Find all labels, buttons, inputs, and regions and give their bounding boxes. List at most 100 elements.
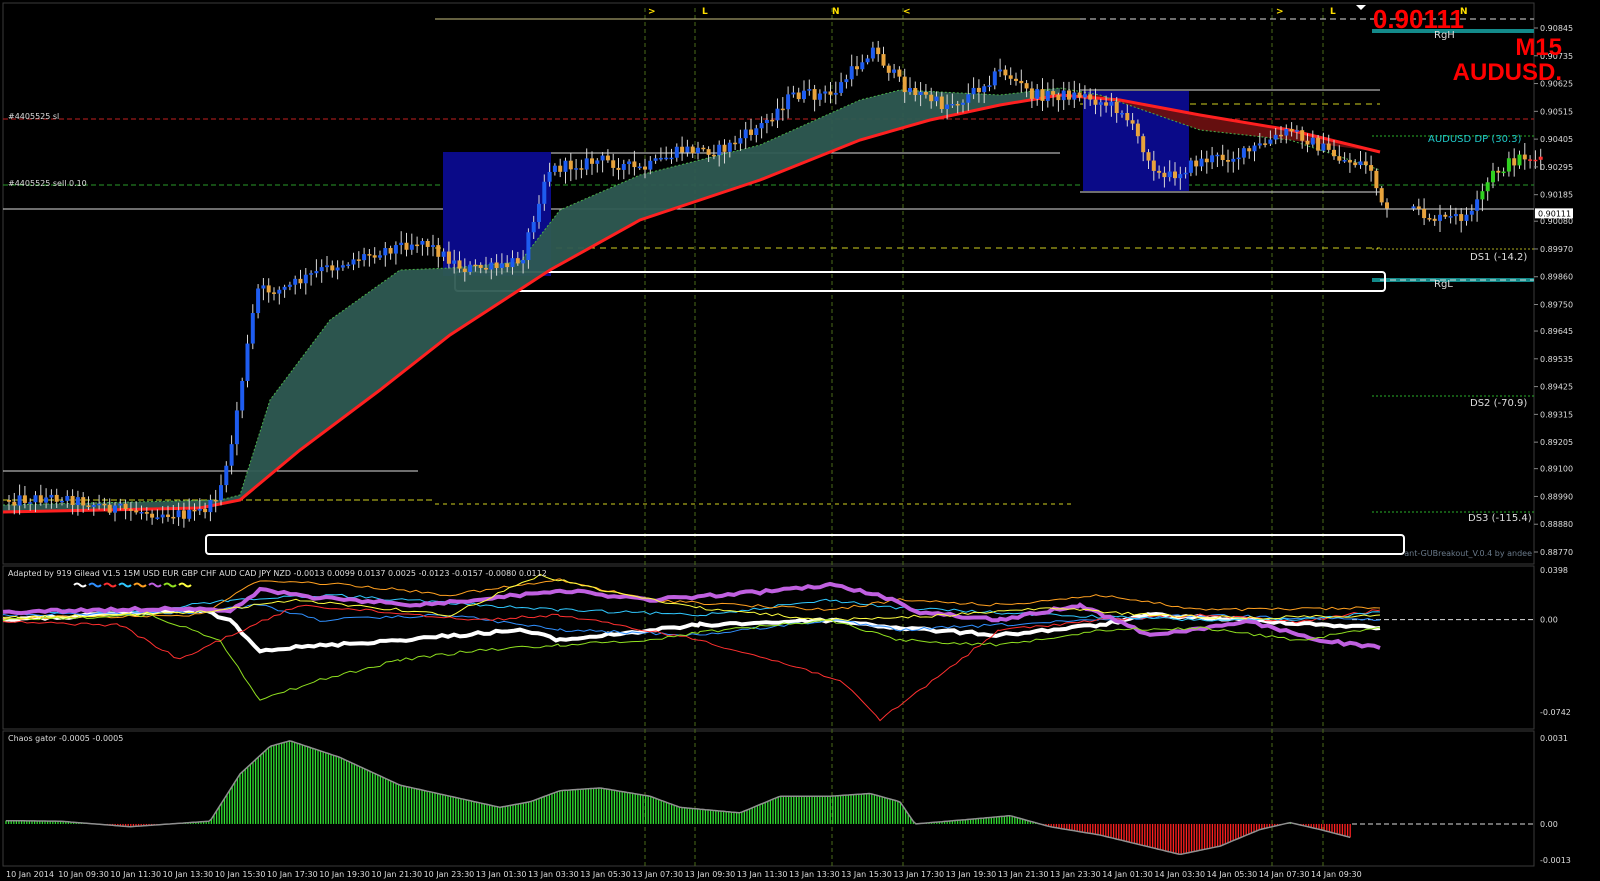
x-tick-label: 13 Jan 23:30 (1050, 870, 1101, 879)
x-tick-label: 13 Jan 01:30 (476, 870, 527, 879)
candle-body (139, 512, 144, 514)
candle-body (1469, 210, 1474, 215)
x-tick-label: 13 Jan 21:30 (998, 870, 1049, 879)
candle-body (552, 165, 557, 172)
candle-body (1151, 160, 1156, 171)
candle-body (378, 255, 382, 258)
candle-body (743, 129, 748, 139)
candle-body (976, 87, 981, 93)
candle-body (1538, 156, 1543, 160)
candle-body (1459, 214, 1464, 221)
candle-body (1501, 171, 1506, 174)
candle-body (717, 144, 722, 156)
candle-body (590, 158, 594, 164)
candle-body (595, 160, 600, 164)
y-tick-label: 0.89970 (1540, 245, 1573, 254)
candle-body (1438, 214, 1442, 221)
candle-body (611, 160, 616, 168)
candle-body (81, 497, 86, 506)
candle-body (1199, 158, 1204, 167)
candle-body (420, 240, 425, 245)
candle-body (128, 509, 133, 511)
candle-body (473, 264, 478, 267)
candle-body (54, 494, 59, 502)
candle-body (966, 94, 971, 103)
candle-body (531, 221, 536, 233)
candle-body (892, 69, 897, 73)
candle-body (282, 286, 287, 290)
candle-body (1363, 161, 1368, 166)
candle-body (1226, 160, 1230, 162)
candle-body (1475, 199, 1480, 211)
legend-swatch (178, 582, 192, 588)
price-candles (7, 40, 1543, 528)
candle-body (431, 245, 435, 247)
ma-band-fill (3, 88, 1060, 512)
candle-body (70, 495, 75, 505)
y-tick-label: 0.90080 (1540, 217, 1573, 226)
candle-body (383, 248, 388, 256)
legend-swatch (103, 582, 117, 588)
legend-swatch (118, 582, 132, 588)
order-sl-label: #4405525 sl (8, 112, 59, 121)
candle-body (7, 500, 11, 502)
candle-body (208, 499, 213, 513)
candle-body (680, 146, 685, 153)
y-tick-label: 0.90845 (1540, 24, 1573, 33)
candle-body (690, 146, 695, 154)
candle-body (330, 265, 335, 271)
candle-body (150, 513, 155, 518)
candle-body (754, 128, 759, 135)
candle-body (155, 517, 160, 519)
candle-body (462, 268, 467, 272)
dp-label: AUDUSD DP (30.3) (1428, 134, 1521, 145)
candle-body (144, 512, 149, 514)
candle-body (17, 495, 22, 506)
candle-body (250, 313, 255, 344)
strength-y-tick: 0.0398 (1540, 566, 1568, 575)
candle-body (860, 62, 865, 70)
y-tick-label: 0.88770 (1540, 548, 1573, 557)
price-tag: 0.90111 (1538, 209, 1571, 218)
y-tick-label: 0.90515 (1540, 107, 1573, 116)
breakout-rect-lo (205, 534, 1405, 555)
candle-body (60, 500, 64, 503)
candle-body (664, 157, 669, 160)
candle-body (1533, 159, 1538, 162)
candle-body (160, 514, 165, 518)
candle-body (351, 259, 356, 265)
candle-body (711, 154, 716, 157)
candle-body (537, 203, 541, 222)
candle-body (1422, 208, 1427, 219)
candle-body (388, 248, 393, 254)
candle-body (325, 265, 329, 268)
candle-body (696, 147, 700, 154)
x-tick-label: 10 Jan 15:30 (215, 870, 266, 879)
candle-body (1257, 143, 1262, 146)
x-tick-label: 10 Jan 11:30 (110, 870, 161, 879)
symbol-label: AUDUSD. (1453, 59, 1562, 86)
y-tick-label: 0.89425 (1540, 383, 1573, 392)
candle-body (1273, 134, 1278, 140)
candle-body (171, 516, 176, 519)
candle-body (876, 47, 881, 55)
candle-body (621, 164, 626, 170)
candle-body (113, 505, 117, 513)
candle-body (118, 503, 123, 506)
candle-body (1252, 145, 1257, 152)
candle-body (833, 92, 838, 95)
candle-body (266, 285, 271, 293)
candle-body (1448, 216, 1453, 218)
candle-body (584, 158, 589, 170)
x-tick-label: 10 Jan 13:30 (163, 870, 214, 879)
candle-body (1088, 94, 1093, 100)
candle-body (1188, 160, 1193, 173)
candle-body (1369, 165, 1374, 171)
candle-body (287, 284, 292, 287)
candle-body (409, 244, 414, 250)
candle-body (616, 167, 621, 170)
candle-body (1268, 139, 1273, 144)
candle-body (1220, 154, 1225, 161)
y-tick-label: 0.89645 (1540, 327, 1573, 336)
y-tick-label: 0.89100 (1540, 465, 1573, 474)
